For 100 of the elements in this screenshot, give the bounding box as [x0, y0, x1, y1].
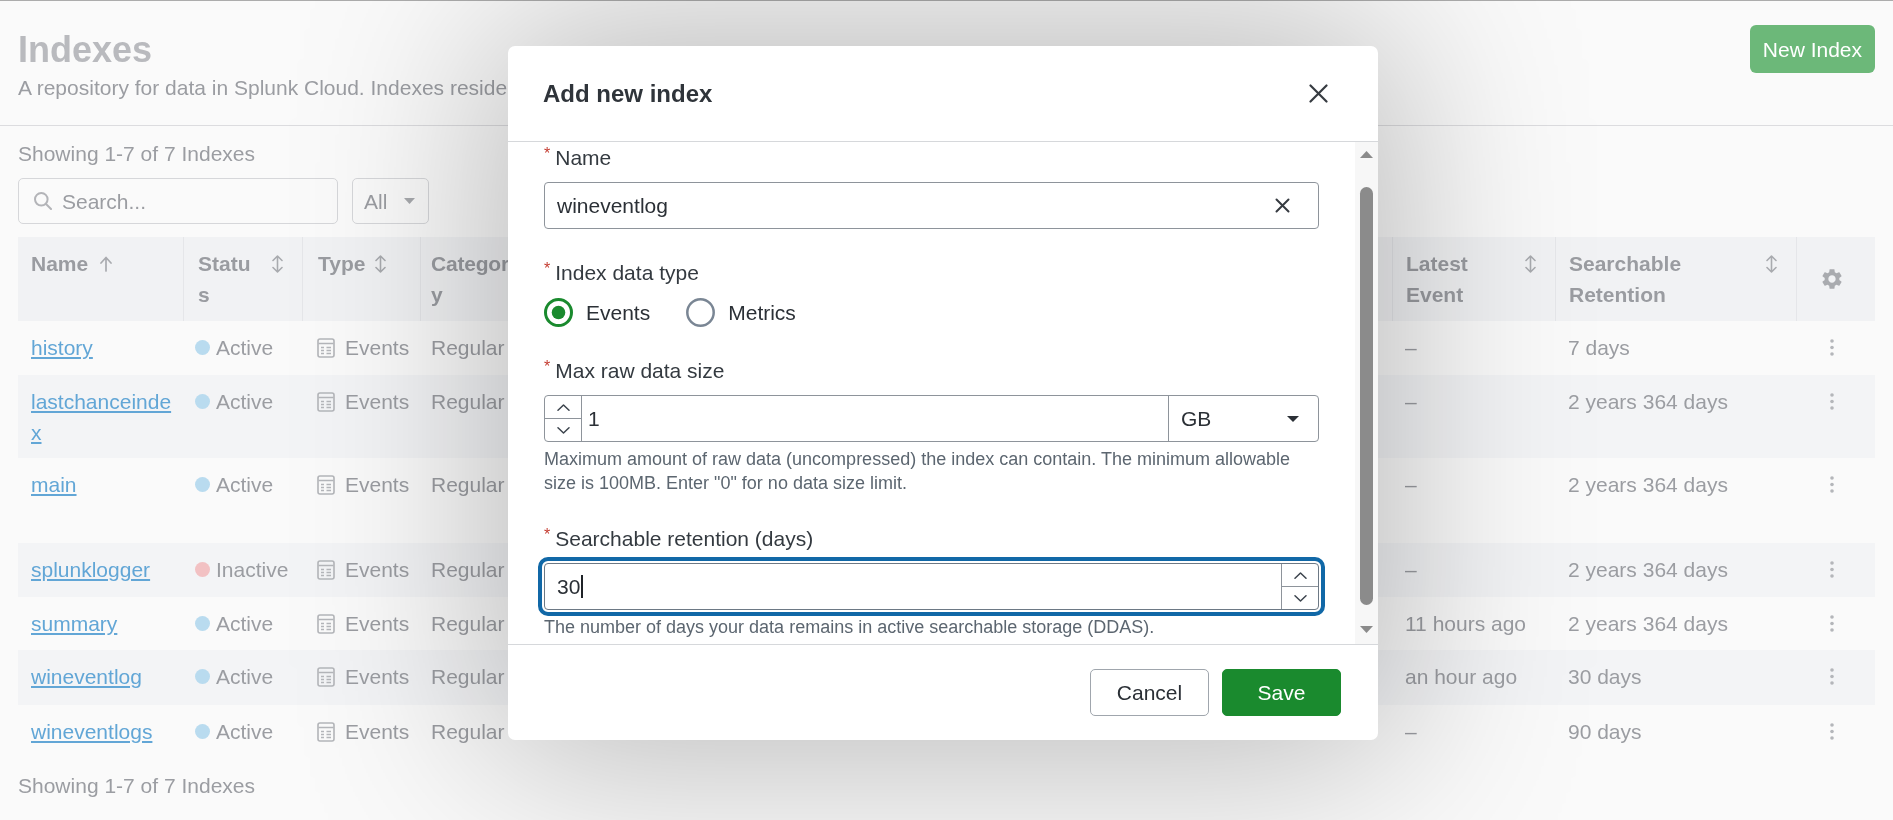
kebab-menu-icon[interactable]	[1829, 615, 1834, 632]
triangle-up-icon[interactable]	[1360, 151, 1373, 158]
table-cell-text: Active	[216, 389, 274, 415]
caret-down-icon	[1287, 415, 1299, 422]
up-down-arrow-icon[interactable]	[1525, 255, 1536, 273]
radio-icon[interactable]	[686, 298, 716, 327]
document-list-icon	[317, 613, 335, 634]
retention-input[interactable]: 30	[538, 557, 1325, 616]
table-cell-text: 7 days	[1568, 335, 1630, 361]
up-down-arrow-icon[interactable]	[272, 255, 283, 273]
clear-icon[interactable]	[1275, 198, 1290, 213]
kebab-menu-icon[interactable]	[1829, 561, 1834, 578]
table-cell-text: 2 years 364 days	[1568, 389, 1728, 415]
column-header[interactable]: Type	[318, 248, 366, 279]
table-cell-text: 2 years 364 days	[1568, 472, 1728, 498]
kebab-menu-icon[interactable]	[1829, 668, 1834, 685]
column-header[interactable]: Latest Event	[1406, 248, 1468, 310]
index-link[interactable]: wineventlogs	[31, 716, 153, 747]
document-list-icon	[317, 559, 335, 580]
table-cell-text: 90 days	[1568, 719, 1642, 745]
required-mark: *	[544, 259, 551, 279]
index-link[interactable]: lastchanceindex	[31, 386, 176, 448]
field-label: Name	[555, 145, 612, 171]
table-cell-text: 2 years 364 days	[1568, 557, 1728, 583]
kebab-menu-icon[interactable]	[1829, 393, 1834, 410]
table-cell-text: 11 hours ago	[1405, 611, 1527, 637]
table-cell-text: –	[1405, 335, 1417, 361]
radio-option[interactable]: Metrics	[686, 297, 796, 328]
cancel-button[interactable]: Cancel	[1090, 669, 1209, 716]
table-cell-text: –	[1405, 719, 1417, 745]
column-header[interactable]: Searchable Retention	[1569, 248, 1682, 310]
index-link[interactable]: splunklogger	[31, 554, 151, 585]
table-cell-text: Regular	[431, 719, 505, 745]
column-header[interactable]: Category	[431, 248, 509, 310]
table-cell-text: Active	[216, 472, 274, 498]
index-link[interactable]: wineventlog	[31, 661, 142, 692]
kebab-menu-icon[interactable]	[1829, 339, 1834, 356]
size-input[interactable]: 1 GB	[544, 395, 1319, 442]
table-cell-text: Active	[216, 719, 274, 745]
table-cell-text: Active	[216, 335, 274, 361]
radio-icon[interactable]	[544, 298, 573, 327]
table-cell-text: 2 years 364 days	[1568, 611, 1728, 637]
index-link[interactable]: main	[31, 469, 77, 500]
required-mark: *	[544, 357, 551, 377]
settings-icon[interactable]	[1822, 269, 1842, 289]
table-cell-text: Regular	[431, 335, 505, 361]
index-link[interactable]: history	[31, 332, 93, 363]
table-cell-text: Events	[345, 335, 410, 361]
table-cell-text: Inactive	[216, 557, 289, 583]
close-icon[interactable]	[1309, 84, 1328, 103]
required-mark: *	[544, 525, 551, 545]
up-down-arrow-icon[interactable]	[375, 255, 387, 273]
search-icon	[34, 192, 52, 210]
table-cell-text: Events	[345, 389, 410, 415]
index-link[interactable]: summary	[31, 608, 118, 639]
chevron-up-icon[interactable]	[1293, 571, 1307, 579]
arrow-up-icon[interactable]	[100, 256, 113, 272]
table-cell-text: Regular	[431, 472, 505, 498]
document-list-icon	[317, 337, 335, 358]
field-label: Index data type	[555, 260, 699, 286]
radio-option[interactable]: Events	[544, 297, 651, 328]
table-cell-text: Events	[345, 719, 410, 745]
table-cell-text: Events	[345, 611, 410, 637]
required-mark: *	[544, 144, 551, 164]
table-cell-text: Active	[216, 611, 274, 637]
table-cell-text: 30 days	[1568, 664, 1642, 690]
dialog-title: Add new index	[543, 78, 713, 109]
chevron-down-icon[interactable]	[1293, 594, 1307, 602]
table-cell-text: an hour ago	[1405, 664, 1518, 690]
kebab-menu-icon[interactable]	[1829, 476, 1834, 493]
search-field[interactable]: Search...	[18, 178, 338, 224]
name-input[interactable]: wineventlog	[544, 182, 1319, 229]
save-button[interactable]: Save	[1222, 669, 1341, 716]
result-count: Showing 1-7 of 7 Indexes	[18, 773, 255, 799]
table-cell-text: Events	[345, 664, 410, 690]
column-header[interactable]: Name	[31, 248, 89, 279]
kebab-menu-icon[interactable]	[1829, 723, 1834, 740]
document-list-icon	[317, 391, 335, 412]
result-count: Showing 1-7 of 7 Indexes	[18, 141, 255, 167]
page-description: A repository for data in Splunk Cloud. Indexes reside	[18, 75, 508, 101]
table-cell-text: –	[1405, 557, 1417, 583]
column-header[interactable]: Status	[198, 248, 256, 310]
field-label: Max raw data size	[555, 358, 725, 384]
table-cell-text: Regular	[431, 611, 505, 637]
chevron-up-icon[interactable]	[556, 403, 570, 411]
unit-dropdown[interactable]: GB	[1168, 396, 1318, 441]
field-label: Searchable retention (days)	[555, 526, 814, 552]
new-index-button[interactable]: New Index	[1749, 25, 1875, 73]
caret-down-icon	[404, 198, 416, 204]
up-down-arrow-icon[interactable]	[1766, 255, 1777, 273]
help-text: Maximum amount of raw data (uncompressed) the index can contain. The minimum allowable size is 100MB. Enter "0" for no data size limit.	[544, 448, 1291, 495]
chevron-down-icon[interactable]	[556, 426, 570, 434]
triangle-down-icon[interactable]	[1360, 626, 1373, 633]
document-list-icon	[317, 666, 335, 687]
scrollbar-thumb[interactable]	[1360, 187, 1373, 605]
scrollbar[interactable]	[1355, 142, 1378, 644]
table-cell-text: Regular	[431, 389, 505, 415]
document-list-icon	[317, 474, 335, 495]
page-title: Indexes	[18, 28, 153, 72]
filter-dropdown[interactable]: All	[352, 178, 429, 224]
